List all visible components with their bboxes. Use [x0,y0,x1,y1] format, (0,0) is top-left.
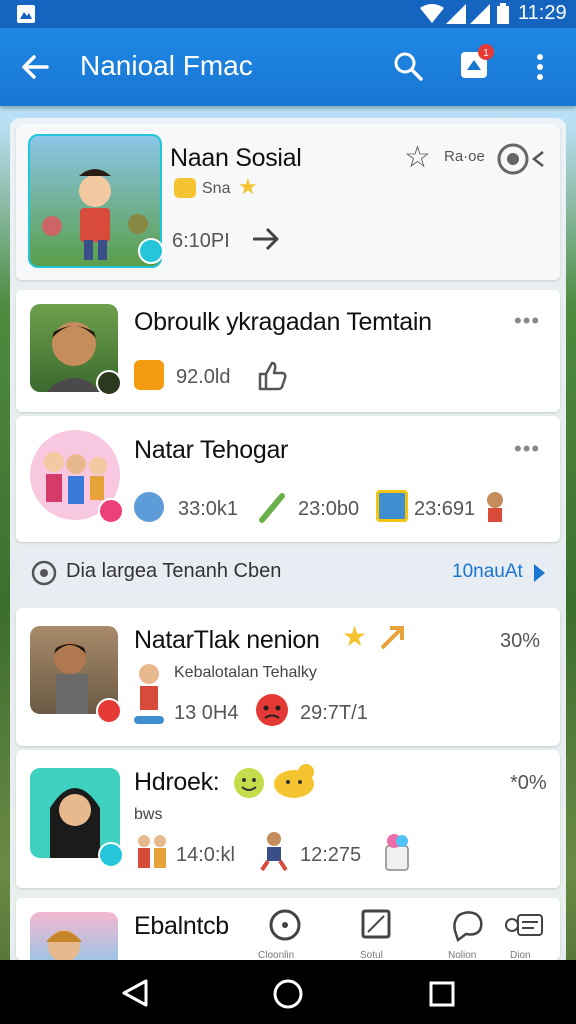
online-indicator [138,238,164,264]
nav-home-icon[interactable] [272,978,304,1010]
eye-icon [31,560,57,586]
image-icon [361,909,391,939]
list-item[interactable]: NatarTlak nenion ★ 30% Kebalotalan Tehal… [16,608,560,746]
item-stat: 14:0:kl [176,844,235,866]
item-stat: 33:0k1 [178,498,239,520]
pencil-icon [259,493,285,523]
sparkle-icon [380,626,404,650]
like-icon[interactable] [256,360,288,392]
app-bar: Nanioal Fmac 1 [0,28,576,106]
tab-item[interactable]: Sotul [340,904,410,961]
character-icon [487,492,503,522]
section-action[interactable]: 10nauAt [452,561,523,583]
box-icon [376,490,408,522]
circle-icon [269,909,301,941]
notification-icon [17,5,35,23]
status-time: 11:29 [518,2,567,24]
gift-icon [134,360,164,390]
item-stat: 92.0ld [176,366,231,388]
nav-back-icon[interactable] [120,978,150,1008]
item-stat: 23:691 [414,498,476,520]
smiley-icon [174,178,196,198]
signal-2-icon [470,4,490,24]
notifications-icon[interactable]: 1 [458,42,496,82]
group-icon [138,835,166,868]
featured-title: Naan Sosial [170,144,302,172]
item-title: NatarTlak nenion [134,626,320,654]
character-icon [134,664,164,724]
item-subtitle: bws [134,806,163,823]
star-icon: ★ [342,621,368,652]
list-item[interactable]: Hdroek: *0% bws 14:0:kl 12:275 [16,750,560,888]
star-outline-icon[interactable]: ☆ [404,140,431,175]
featured-badge-label: Sna [202,180,231,197]
chevron-right-icon[interactable] [532,562,548,584]
tab-item[interactable]: Cloonlin [250,904,320,961]
item-stat: 13 0H4 [174,702,239,724]
item-stat: 12:275 [300,844,362,866]
system-nav-bar [0,960,576,1024]
card-icon [505,914,543,936]
item-percent: *0% [510,772,547,794]
status-dot [98,842,124,868]
featured-meta: 6:10PI [172,230,230,252]
status-bar: 11:29 [0,0,576,28]
item-title: Ebalntcb [134,912,229,940]
runner-icon [260,832,288,872]
featured-side-label: Ra·oe [444,148,485,165]
item-percent: 30% [500,630,541,652]
more-options-icon[interactable]: ••• [514,436,540,462]
back-arrow-icon[interactable] [20,52,50,82]
more-options-icon[interactable]: ••• [514,308,540,334]
status-dot [96,698,122,724]
section-title: Dia largea Tenanh Cben [66,560,282,582]
status-dot [96,370,122,396]
settings-icon[interactable] [496,142,530,176]
item-avatar [30,912,118,960]
item-stat: 23:0b0 [298,498,360,520]
list-item[interactable]: Natar Tehogar ••• 33:0k1 23:0b0 23:691 [16,416,560,542]
search-icon[interactable] [392,50,424,82]
face-icon [134,492,164,522]
item-title: Hdroek: [134,768,220,796]
featured-card[interactable]: Naan Sosial Sna ★ 6:10PI ☆ Ra·oe [16,124,560,280]
chat-icon [453,911,483,942]
share-arrow-icon[interactable] [250,224,282,254]
star-icon: ★ [238,174,258,199]
status-dot [98,498,124,524]
app-title: Nanioal Fmac [80,50,253,81]
item-stat: 29:7T/1 [300,702,368,724]
nav-recents-icon[interactable] [428,980,456,1008]
cloud-face-icon [274,764,314,798]
angry-face-icon [256,694,288,726]
wifi-icon [420,4,444,23]
more-vert-icon[interactable] [532,52,548,84]
battery-icon [497,3,509,24]
signal-icon [446,4,466,24]
gift-bag-icon [385,834,409,871]
list-item[interactable]: Obroulk ykragadan Temtain ••• 92.0ld [16,290,560,412]
tab-item[interactable]: Dion [494,904,554,961]
item-title: Obroulk ykragadan Temtain [134,308,432,336]
item-title: Natar Tehogar [134,436,289,464]
bottom-tab-bar: Cloonlin Sotul Nolion Dion [240,900,560,961]
close-icon[interactable] [530,150,546,168]
svg-text:1: 1 [483,48,489,59]
smiley-icon [234,768,264,798]
section-header[interactable]: Dia largea Tenanh Cben 10nauAt [16,548,560,598]
item-subtitle: Kebalotalan Tehalky [174,664,317,681]
